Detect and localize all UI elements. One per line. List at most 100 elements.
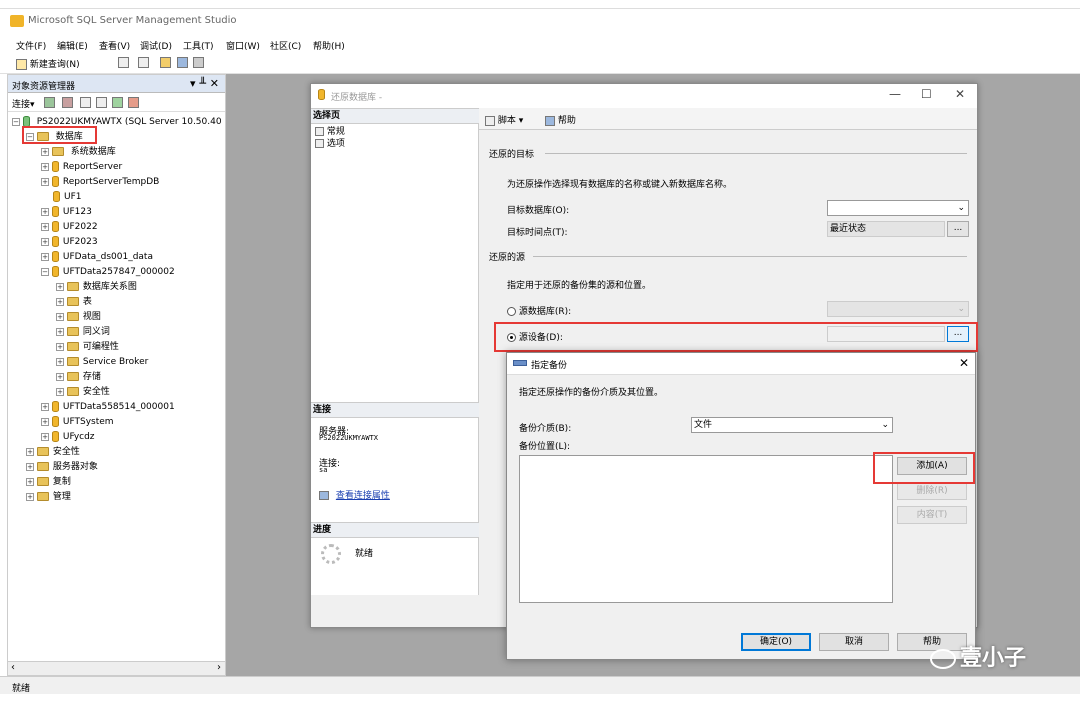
script-button[interactable]: 脚本 ▾ <box>485 113 523 126</box>
expand-icon[interactable]: + <box>41 237 49 246</box>
tree-database-item[interactable]: + UFData_ds001_data <box>41 250 153 264</box>
open-icon[interactable] <box>160 57 171 68</box>
expand-icon[interactable]: + <box>41 432 49 441</box>
activity-monitor-icon[interactable] <box>128 97 139 108</box>
horizontal-scrollbar[interactable]: ‹ › <box>8 661 225 675</box>
menu-help[interactable]: 帮助(H) <box>313 39 345 52</box>
menu-tools[interactable]: 工具(T) <box>183 39 214 52</box>
expand-icon[interactable]: + <box>56 357 64 366</box>
menu-community[interactable]: 社区(C) <box>270 39 301 52</box>
tree-db-child[interactable]: + 表 <box>56 295 92 309</box>
expand-icon[interactable]: + <box>56 327 64 336</box>
backup-location-list[interactable] <box>519 455 893 603</box>
collapse-icon[interactable]: − <box>26 132 34 141</box>
tree-database-item[interactable]: + UFTData558514_000001 <box>41 400 175 414</box>
expand-icon[interactable]: + <box>56 387 64 396</box>
expand-icon[interactable]: + <box>26 462 34 471</box>
scroll-left-icon[interactable]: ‹ <box>11 662 15 673</box>
tree-db-child[interactable]: + 可编程性 <box>56 340 119 354</box>
scroll-right-icon[interactable]: › <box>217 662 221 673</box>
expand-icon[interactable]: + <box>41 252 49 261</box>
page-options[interactable]: 选项 <box>315 136 345 149</box>
expand-icon[interactable]: + <box>26 477 34 486</box>
tree-db-child[interactable]: + 存储 <box>56 370 101 384</box>
tree-database-item[interactable]: + ReportServer <box>41 160 122 174</box>
tree-databases[interactable]: − 数据库 <box>26 130 83 144</box>
add-button[interactable]: 添加(A) <box>897 457 967 475</box>
expand-icon[interactable]: + <box>41 402 49 411</box>
expand-icon[interactable]: + <box>26 447 34 456</box>
collapse-icon[interactable]: − <box>12 117 20 126</box>
view-connection-properties-link[interactable]: 查看连接属性 <box>319 488 390 501</box>
tree-db-child[interactable]: + 视图 <box>56 310 101 324</box>
connect-icon[interactable] <box>44 97 55 108</box>
close-icon[interactable]: ✕ <box>959 356 969 370</box>
menu-file[interactable]: 文件(F) <box>16 39 46 52</box>
database-icon <box>51 221 59 232</box>
tree-database-item[interactable]: + ReportServerTempDB <box>41 175 159 189</box>
tree-system-databases[interactable]: + 系统数据库 <box>41 145 116 159</box>
connect-button[interactable]: 连接▾ <box>12 97 35 110</box>
target-time-browse-button[interactable]: ... <box>947 221 969 237</box>
expand-icon[interactable]: + <box>56 372 64 381</box>
tree-root-item[interactable]: + 复制 <box>26 475 71 489</box>
menu-edit[interactable]: 编辑(E) <box>57 39 88 52</box>
expand-icon[interactable]: + <box>41 147 49 156</box>
tree-database-item[interactable]: + UFycdz <box>41 430 95 444</box>
expand-icon[interactable]: + <box>41 162 49 171</box>
expand-icon[interactable]: + <box>41 177 49 186</box>
source-database-radio[interactable]: 源数据库(R): <box>507 304 571 317</box>
source-device-radio[interactable]: 源设备(D): <box>507 330 563 343</box>
new-query-button[interactable]: 新建查询(N) <box>16 57 80 70</box>
new-file-icon[interactable] <box>118 57 129 68</box>
collapse-icon[interactable]: − <box>41 267 49 276</box>
tree-db-child[interactable]: + Service Broker <box>56 355 148 369</box>
folder-icon <box>51 147 64 156</box>
menu-view[interactable]: 查看(V) <box>99 39 130 52</box>
menu-debug[interactable]: 调试(D) <box>140 39 172 52</box>
expand-icon[interactable]: + <box>41 417 49 426</box>
tree-database-item[interactable]: + UF2023 <box>41 235 98 249</box>
target-database-select[interactable]: ⌄ <box>827 200 969 216</box>
filter-icon[interactable] <box>96 97 107 108</box>
tree-root-item[interactable]: + 管理 <box>26 490 71 504</box>
cancel-button[interactable]: 取消 <box>819 633 889 651</box>
tree-db-child[interactable]: + 安全性 <box>56 385 110 399</box>
menu-window[interactable]: 窗口(W) <box>226 39 260 52</box>
save-icon[interactable] <box>177 57 188 68</box>
expand-icon[interactable]: + <box>41 207 49 216</box>
tree-database-item[interactable]: + UFTSystem <box>41 415 114 429</box>
minimize-icon[interactable]: — <box>889 87 901 101</box>
expand-icon[interactable]: + <box>56 312 64 321</box>
tree-database-item[interactable]: + UF123 <box>41 205 92 219</box>
expand-icon[interactable]: + <box>26 492 34 501</box>
refresh-icon[interactable] <box>112 97 123 108</box>
expand-icon[interactable]: + <box>56 342 64 351</box>
stop-icon[interactable] <box>80 97 91 108</box>
ok-button[interactable]: 确定(O) <box>741 633 811 651</box>
tree-server[interactable]: − PS2022UKMYAWTX (SQL Server 10.50.40 <box>12 115 222 129</box>
backup-media-select[interactable]: 文件 ⌄ <box>691 417 893 433</box>
panel-controls[interactable]: ▾ ╨ ✕ <box>190 77 219 90</box>
tree-root-item[interactable]: + 服务器对象 <box>26 460 98 474</box>
disconnect-icon[interactable] <box>62 97 73 108</box>
help-button[interactable]: 帮助 <box>545 113 576 126</box>
tree-database-item[interactable]: − UFTData257847_000002 <box>41 265 175 279</box>
close-icon[interactable]: ✕ <box>955 87 965 101</box>
folder-icon <box>66 282 79 291</box>
save-all-icon[interactable] <box>193 57 204 68</box>
new-project-icon[interactable] <box>138 57 149 68</box>
menu-bar: 文件(F) 编辑(E) 查看(V) 调试(D) 工具(T) 窗口(W) 社区(C… <box>0 36 1080 54</box>
expand-icon[interactable]: + <box>56 282 64 291</box>
tree-root-item[interactable]: + 安全性 <box>26 445 80 459</box>
expand-icon[interactable]: + <box>56 297 64 306</box>
tree-database-item[interactable]: + UF2022 <box>41 220 98 234</box>
tree-database-item[interactable]: UF1 <box>53 190 82 204</box>
maximize-icon[interactable]: ☐ <box>921 87 932 101</box>
source-device-browse-button[interactable]: ... <box>947 326 969 342</box>
expand-icon[interactable]: + <box>41 222 49 231</box>
source-description: 指定用于还原的备份集的源和位置。 <box>507 281 652 291</box>
tree-db-child[interactable]: + 数据库关系图 <box>56 280 137 294</box>
target-time-field: 最近状态 <box>827 221 945 237</box>
tree-db-child[interactable]: + 同义词 <box>56 325 110 339</box>
